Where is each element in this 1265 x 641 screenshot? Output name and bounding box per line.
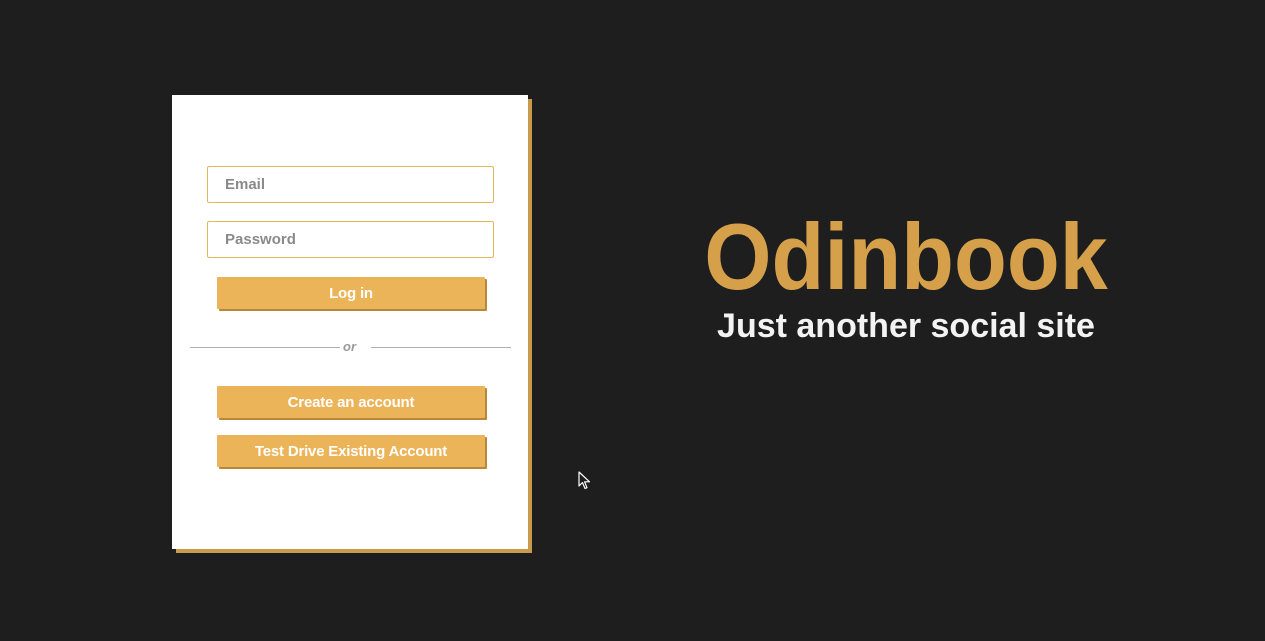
brand-block: Odinbook Just another social site (640, 204, 1172, 345)
divider-or-text: or (343, 339, 356, 354)
mouse-pointer-icon (578, 471, 592, 491)
brand-tagline: Just another social site (717, 307, 1095, 345)
divider-line-right (371, 347, 511, 348)
test-drive-button[interactable]: Test Drive Existing Account (217, 435, 485, 467)
brand-title: Odinbook (704, 204, 1108, 309)
password-field[interactable] (207, 221, 494, 258)
divider-line-left (190, 347, 340, 348)
or-divider: or (190, 339, 511, 357)
login-button[interactable]: Log in (217, 277, 485, 309)
login-card: Log in or Create an account Test Drive E… (172, 95, 528, 549)
create-account-button[interactable]: Create an account (217, 386, 485, 418)
email-field[interactable] (207, 166, 494, 203)
